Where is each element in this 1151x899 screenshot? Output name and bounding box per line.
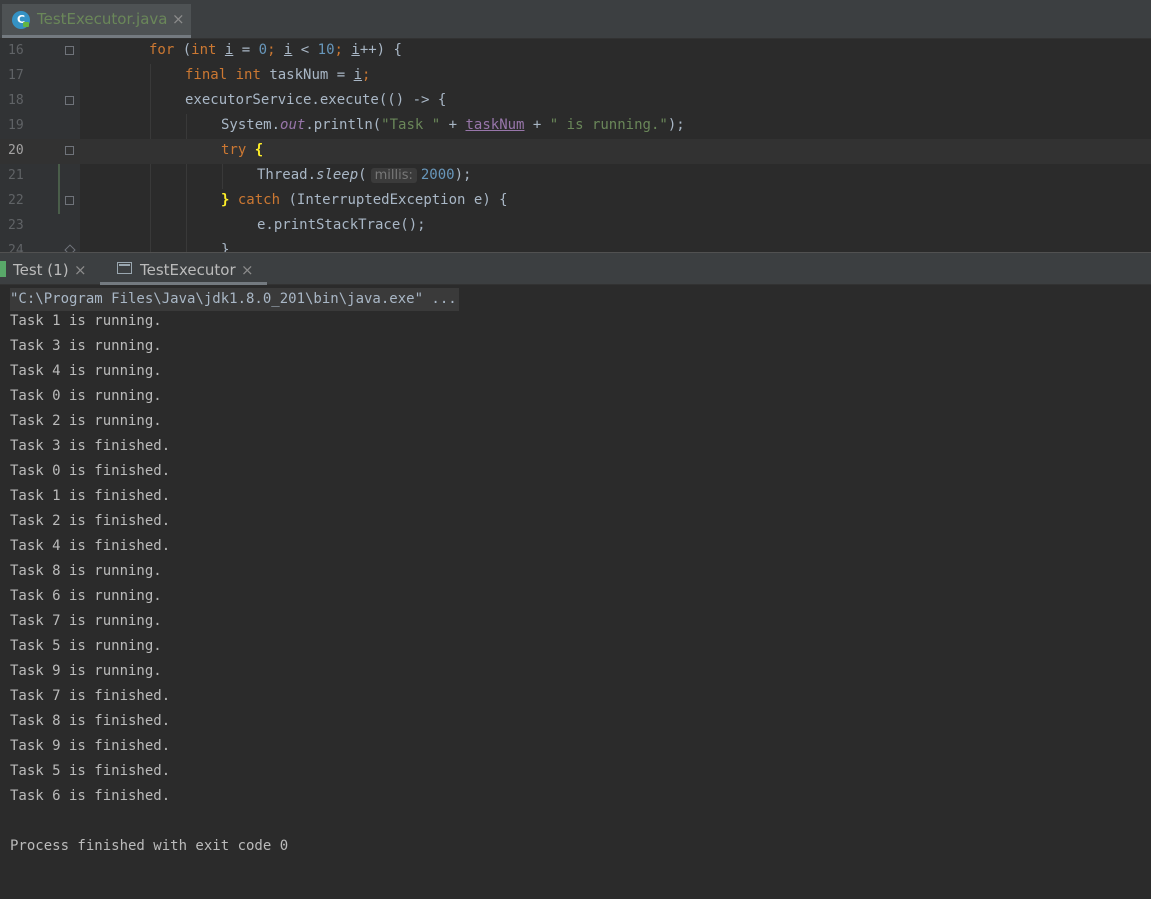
code-text: executorService.execute(() -> { bbox=[185, 92, 447, 108]
line-number: 23 bbox=[8, 218, 24, 233]
run-tab-label: Test (1) bbox=[13, 261, 69, 279]
line-number: 19 bbox=[8, 118, 24, 133]
line-number: 17 bbox=[8, 68, 24, 83]
console-output[interactable]: "C:\Program Files\Java\jdk1.8.0_201\bin\… bbox=[0, 286, 1151, 899]
fold-icon[interactable] bbox=[64, 244, 76, 252]
code-text: for (int i = 0; i < 10; i++) { bbox=[149, 42, 402, 58]
code-text: } bbox=[221, 242, 230, 252]
console-line: Task 4 is running. bbox=[10, 363, 162, 379]
line-number: 18 bbox=[8, 93, 24, 108]
parameter-hint: millis: bbox=[370, 168, 417, 183]
console-line: Task 6 is running. bbox=[10, 588, 162, 604]
code-text: try { bbox=[221, 142, 264, 158]
run-tab-bar: Test (1) × TestExecutor × bbox=[0, 252, 1151, 285]
console-line: Task 6 is finished. bbox=[10, 788, 171, 804]
code-line-current[interactable]: 20 try { bbox=[0, 139, 1151, 164]
console-line: Task 5 is finished. bbox=[10, 763, 171, 779]
code-line[interactable]: 24 } bbox=[0, 239, 1151, 252]
line-number: 20 bbox=[8, 143, 24, 158]
run-tab-test[interactable]: Test (1) × bbox=[0, 253, 100, 285]
code-line[interactable]: 23 e.printStackTrace(); bbox=[0, 214, 1151, 239]
code-line[interactable]: 17 final int taskNum = i; bbox=[0, 64, 1151, 89]
code-text: e.printStackTrace(); bbox=[257, 217, 426, 233]
close-icon[interactable]: × bbox=[74, 261, 87, 279]
console-line: Task 2 is running. bbox=[10, 413, 162, 429]
run-tab-testexecutor[interactable]: TestExecutor × bbox=[100, 253, 267, 285]
close-icon[interactable]: × bbox=[172, 10, 185, 28]
code-text: } catch (InterruptedException e) { bbox=[221, 192, 508, 208]
editor-tab-testexecutor[interactable]: C TestExecutor.java × bbox=[2, 4, 191, 38]
code-line[interactable]: 21 Thread.sleep(millis: 2000); bbox=[0, 164, 1151, 189]
console-line: Process finished with exit code 0 bbox=[10, 838, 289, 854]
console-command-line[interactable]: "C:\Program Files\Java\jdk1.8.0_201\bin\… bbox=[10, 288, 459, 311]
line-number: 24 bbox=[8, 243, 24, 252]
editor-tab-bar: C TestExecutor.java × bbox=[0, 0, 1151, 39]
code-text: Thread.sleep(millis: 2000); bbox=[257, 167, 472, 183]
code-line[interactable]: 19 System.out.println("Task " + taskNum … bbox=[0, 114, 1151, 139]
code-text: System.out.println("Task " + taskNum + "… bbox=[221, 117, 685, 133]
line-number: 21 bbox=[8, 168, 24, 183]
test-run-icon bbox=[0, 261, 6, 277]
run-tab-label: TestExecutor bbox=[140, 261, 236, 279]
code-line[interactable]: 16 for (int i = 0; i < 10; i++) { bbox=[0, 39, 1151, 64]
console-line: Task 3 is running. bbox=[10, 338, 162, 354]
console-line: Task 8 is running. bbox=[10, 563, 162, 579]
console-icon bbox=[117, 262, 132, 274]
console-line: Task 0 is running. bbox=[10, 388, 162, 404]
console-line: Task 8 is finished. bbox=[10, 713, 171, 729]
editor-tab-label: TestExecutor.java bbox=[37, 10, 168, 28]
console-line: Task 9 is running. bbox=[10, 663, 162, 679]
console-line: Task 4 is finished. bbox=[10, 538, 171, 554]
console-line: Task 7 is running. bbox=[10, 613, 162, 629]
close-icon[interactable]: × bbox=[241, 261, 254, 279]
console-line: Task 9 is finished. bbox=[10, 738, 171, 754]
console-line: Task 2 is finished. bbox=[10, 513, 171, 529]
console-line: Task 0 is finished. bbox=[10, 463, 171, 479]
java-class-icon: C bbox=[12, 11, 30, 29]
fold-icon[interactable] bbox=[65, 96, 74, 105]
fold-icon[interactable] bbox=[65, 196, 74, 205]
console-line: Task 3 is finished. bbox=[10, 438, 171, 454]
code-text: final int taskNum = i; bbox=[185, 67, 371, 83]
fold-icon[interactable] bbox=[65, 46, 74, 55]
code-line[interactable]: 22 } catch (InterruptedException e) { bbox=[0, 189, 1151, 214]
console-line: Task 1 is running. bbox=[10, 313, 162, 329]
console-line: Task 7 is finished. bbox=[10, 688, 171, 704]
console-line: Task 1 is finished. bbox=[10, 488, 171, 504]
fold-icon[interactable] bbox=[65, 146, 74, 155]
console-line: Task 5 is running. bbox=[10, 638, 162, 654]
line-number: 16 bbox=[8, 43, 24, 58]
code-editor[interactable]: 16 for (int i = 0; i < 10; i++) { 17 fin… bbox=[0, 39, 1151, 252]
code-line[interactable]: 18 executorService.execute(() -> { bbox=[0, 89, 1151, 114]
line-number: 22 bbox=[8, 193, 24, 208]
